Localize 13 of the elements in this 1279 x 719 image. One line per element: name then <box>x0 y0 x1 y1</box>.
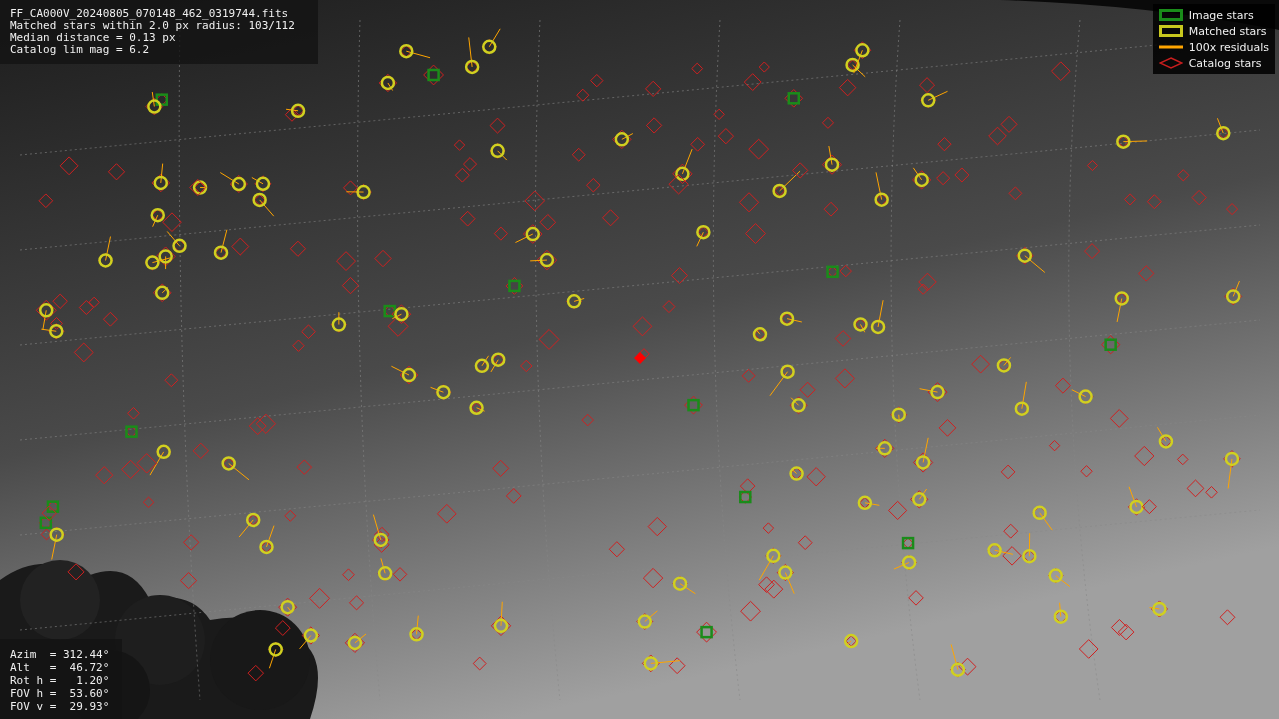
info-text: Catalog lim mag = 6.2 <box>10 44 151 56</box>
legend-label: 100x residuals <box>1188 40 1269 54</box>
pointing-text: Azim = 312.44° <box>10 649 111 661</box>
pointing-text: Alt = 46.72° <box>10 662 111 674</box>
pointing-text: Rot h = 1.20° <box>10 675 111 687</box>
info-text: Matched stars within 2.0 px radius: 103/112 <box>10 20 296 32</box>
info-text: FF_CA000V_20240805_070148_462_0319744.fits <box>10 8 290 20</box>
info-text: Median distance = 0.13 px <box>10 32 177 44</box>
legend-label: Catalog stars <box>1188 56 1262 70</box>
legend-label: Matched stars <box>1188 24 1267 38</box>
legend-label: Image stars <box>1188 8 1254 22</box>
pointing-text: FOV h = 53.60° <box>10 688 111 700</box>
pointing-text: FOV v = 29.93° <box>10 701 111 713</box>
